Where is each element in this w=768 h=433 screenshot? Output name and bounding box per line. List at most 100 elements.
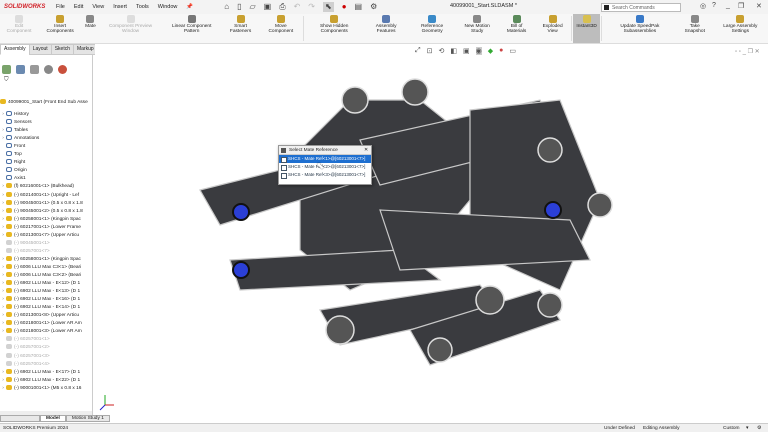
home-icon[interactable]: ⌂ [224, 2, 229, 12]
tree-item[interactable]: Axis1 [0, 175, 88, 183]
tree-item[interactable]: Origin [0, 167, 88, 175]
minimize-button[interactable]: _ [726, 2, 730, 9]
tree-item[interactable]: Front [0, 143, 88, 151]
options-gear-icon[interactable]: ⚙ [370, 2, 377, 12]
ribbon-component-preview-window-button[interactable]: Component Preview Window [99, 14, 163, 43]
tree-item[interactable]: › (-) 6902 LLU Max - E<14> (D 1 [0, 304, 88, 312]
tree-item[interactable]: › (-) 6902 LLU Max - E<17> (D 1 [0, 368, 88, 377]
section-view-icon[interactable]: ◧ [450, 47, 457, 55]
tab-assembly[interactable]: Assembly [0, 44, 30, 55]
tree-item[interactable]: › (-) 90001001<1> (M5 x 0.8 x 16 [0, 384, 88, 393]
select-icon[interactable]: ⬉ [323, 2, 334, 12]
mate-reference-item[interactable]: SHCS - Mate Ref<1>@[60213001<7>] [279, 155, 371, 163]
tab-layout[interactable]: Layout [28, 44, 52, 55]
tree-item[interactable]: › (-) 60258001<1> (Kingpin Spac [0, 255, 88, 264]
tree-item[interactable]: › (-) 6902 LLU Max - E<12> (D 1 [0, 280, 88, 288]
tab-model[interactable]: Model [40, 415, 66, 422]
file-properties-icon[interactable]: ▤ [355, 2, 363, 12]
menu-insert[interactable]: Insert [113, 4, 127, 10]
suspension-assembly-model[interactable] [95, 44, 768, 414]
zoom-to-fit-icon[interactable]: ⤢ [415, 47, 421, 55]
menu-edit[interactable]: Edit [74, 4, 83, 10]
menu-view[interactable]: View [92, 4, 104, 10]
tree-item[interactable]: › History [0, 111, 88, 119]
tree-item[interactable]: › (-) 6902 LLU Max - E<13> (D 1 [0, 288, 88, 296]
configuration-manager-tab-icon[interactable] [30, 65, 39, 74]
menu-file[interactable]: File [56, 4, 65, 10]
ribbon-new-motion-study-button[interactable]: New Motion Study [456, 14, 498, 43]
tab-markup[interactable]: Markup [73, 44, 98, 55]
display-style-icon[interactable]: ◉ [475, 47, 482, 55]
menu-tools[interactable]: Tools [136, 4, 149, 10]
tree-item[interactable]: › (f) 60216001<1> (Bulkhead) [0, 183, 88, 191]
tab-motion-study-1[interactable]: Motion Study 1 [65, 415, 110, 422]
ribbon-exploded-view-button[interactable]: Exploded View [535, 14, 571, 43]
dimxpert-tab-icon[interactable] [44, 65, 53, 74]
display-manager-tab-icon[interactable] [58, 65, 67, 74]
feature-tree-tab-icon[interactable] [2, 65, 11, 74]
tree-item[interactable]: › (-) 6902 LLU Max - E<22> (D 1 [0, 376, 88, 385]
tree-item[interactable]: Right [0, 159, 88, 167]
print-icon[interactable]: ⎙ [279, 2, 285, 12]
traffic-light-icon[interactable]: ● [342, 2, 347, 12]
tree-root[interactable]: 40099001_Start (Front End Sub Asse [0, 99, 88, 107]
ribbon-move-component-button[interactable]: Move Component [260, 14, 301, 43]
graphics-viewport[interactable] [95, 44, 768, 414]
view-settings-icon[interactable]: ▭ [509, 47, 516, 55]
tree-item[interactable]: › (-) 6902 LLU Max - E<16> (D 1 [0, 296, 88, 304]
tree-item[interactable]: › (-) 60213001<8> (Upper Articu [0, 312, 88, 320]
ribbon-update-speedpak-subassemblies-button[interactable]: Update SpeedPak Subassemblies [603, 14, 677, 43]
save-icon[interactable]: ▣ [264, 2, 272, 12]
ribbon-assembly-features-button[interactable]: Assembly Features [364, 14, 408, 43]
redo-icon[interactable]: ↷ [308, 2, 315, 12]
tree-item[interactable]: › (-) 6006 LLU Max C3<2> (Beari [0, 272, 88, 280]
ribbon-insert-components-button[interactable]: Insert Components [38, 14, 82, 43]
menu-window[interactable]: Window [158, 4, 178, 10]
ribbon-mate-button[interactable]: Mate [82, 14, 99, 43]
previous-view-icon[interactable]: ⟲ [438, 47, 444, 55]
tree-item[interactable]: › Tables [0, 127, 88, 135]
ribbon-take-snapshot-button[interactable]: Take Snapshot [677, 14, 713, 43]
mate-reference-item[interactable]: SHCS - Mate Ref<3>@[60213001<7>] [279, 171, 371, 179]
tree-item[interactable]: › (-) 90045001<2> (0.5 x 0.8 x 1.8 [0, 207, 88, 216]
tree-item[interactable]: › (-) 90045001<1> (0.5 x 0.8 x 1.8 [0, 199, 88, 208]
view-orientation-icon[interactable]: ▣ [463, 47, 470, 55]
edit-appearance-icon[interactable]: ● [499, 47, 503, 55]
restore-button[interactable]: ❐ [738, 2, 744, 10]
tree-item[interactable]: (-) 60257001<3> [0, 352, 88, 361]
tree-item[interactable]: › (-) 6006 LLU Max C3<1> (Beari [0, 263, 88, 272]
ribbon-linear-component-pattern-button[interactable]: Linear Component Pattern [162, 14, 221, 43]
zoom-area-icon[interactable]: ⊡ [427, 47, 433, 55]
tree-item[interactable]: (-) 60257001<1> [0, 336, 88, 344]
tree-item[interactable]: › (-) 60214001<1> (Upright - Lef [0, 191, 88, 200]
dialog-close-icon[interactable]: ✕ [364, 146, 368, 155]
ribbon-show-hidden-components-button[interactable]: Show Hidden Components [305, 14, 364, 43]
pin-icon[interactable]: 📌 [186, 4, 193, 10]
ribbon-instant3d-button[interactable]: Instant3D [573, 14, 600, 43]
tree-item[interactable]: › (-) 60258001<1> (Kingpin Spac [0, 215, 88, 224]
undo-icon[interactable]: ↶ [294, 2, 301, 12]
tree-item[interactable]: Sensors [0, 119, 88, 127]
viewport-window-controls[interactable]: ▫ ▫ _ ❐ ✕ [735, 48, 760, 55]
tree-item[interactable]: (-) 60257001<4> [0, 360, 88, 369]
tree-item[interactable]: (-) 90045001<1> [0, 239, 88, 248]
ribbon-smart-fasteners-button[interactable]: Smart Fasteners [221, 14, 260, 43]
close-button[interactable]: ✕ [756, 2, 762, 10]
tab-sketch[interactable]: Sketch [50, 44, 74, 55]
filter-icon[interactable]: ⛉ [4, 77, 9, 84]
ribbon-large-assembly-settings-button[interactable]: Large Assembly Settings [713, 14, 768, 43]
ribbon-reference-geometry-button[interactable]: Reference Geometry [408, 14, 456, 43]
tab-scroll-area[interactable] [0, 415, 40, 422]
open-icon[interactable]: ▱ [249, 2, 255, 12]
tree-item[interactable]: (-) 60257001<2> [0, 344, 88, 352]
tree-item[interactable]: › (-) 60213001<7> (Upper Articu [0, 231, 88, 240]
new-icon[interactable]: ▯ [237, 2, 241, 12]
hide-show-items-icon[interactable]: ◆ [488, 47, 493, 55]
help-icon[interactable]: ? [712, 2, 716, 9]
property-manager-tab-icon[interactable] [16, 65, 25, 74]
tree-item[interactable]: › (-) 60218001<3> (Lower AR Am [0, 328, 88, 336]
tree-item[interactable]: (-) 60257001<7> [0, 247, 88, 256]
search-commands-input[interactable]: Search Commands [601, 3, 681, 12]
tree-item[interactable]: › Annotations [0, 135, 88, 143]
ribbon-edit-component-button[interactable]: Edit Component [0, 14, 38, 43]
